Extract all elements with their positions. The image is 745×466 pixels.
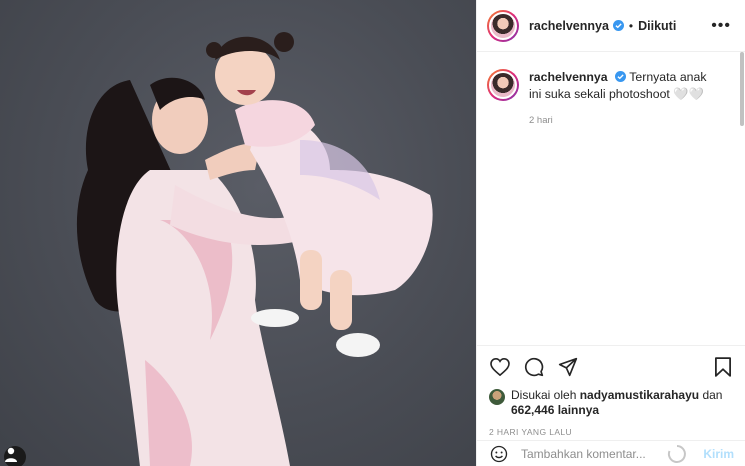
photo-illustration [76,32,433,466]
post-side-panel: rachelvennya • Diikuti ••• rachelvennya … [476,0,745,466]
header-separator: • [628,18,634,33]
verified-badge-icon [615,71,627,82]
share-icon[interactable] [557,356,579,378]
caption-username[interactable]: rachelvennya [529,70,608,84]
likes-count[interactable]: 662,446 lainnya [511,403,599,417]
liked-joiner: dan [702,388,723,402]
post-actions: Disukai oleh nadyamustikarahayu dan 662,… [477,345,745,437]
liker-avatar[interactable] [489,389,505,405]
liked-prefix: Disukai oleh [511,388,577,402]
post-photo[interactable] [0,0,476,466]
author-username[interactable]: rachelvennya [529,19,609,33]
comment-input[interactable] [521,446,661,461]
comment-bar: Kirim [477,440,745,466]
comments-scrollbar[interactable] [739,52,745,345]
post-header: rachelvennya • Diikuti ••• [477,0,745,52]
more-options-icon[interactable]: ••• [711,17,731,34]
caption-timestamp[interactable]: 2 hari [529,115,745,126]
send-comment-button[interactable]: Kirim [703,447,734,461]
likes-text: Disukai oleh nadyamustikarahayu dan 662,… [511,388,722,418]
author-avatar[interactable] [487,9,519,42]
instagram-post-view: rachelvennya • Diikuti ••• rachelvennya … [0,0,745,466]
loading-spinner-icon [667,444,686,463]
likes-summary: Disukai oleh nadyamustikarahayu dan 662,… [489,388,734,418]
verified-badge-icon [612,20,624,31]
caption-text-block: rachelvennya Ternyata anak ini suka seka… [529,69,719,103]
liked-by-username[interactable]: nadyamustikarahayu [580,388,699,402]
bookmark-icon[interactable] [712,356,734,378]
follow-status-button[interactable]: Diikuti [638,19,676,33]
post-time-ago[interactable]: 2 HARI YANG LALU [489,427,734,437]
action-icons-row [489,354,734,380]
caption-author-avatar[interactable] [487,69,519,101]
caption-block: rachelvennya Ternyata anak ini suka seka… [477,52,745,103]
heart-icon[interactable] [489,356,511,378]
emoji-icon[interactable] [489,444,509,464]
comment-icon[interactable] [523,356,545,378]
profile-icon[interactable] [4,446,26,466]
